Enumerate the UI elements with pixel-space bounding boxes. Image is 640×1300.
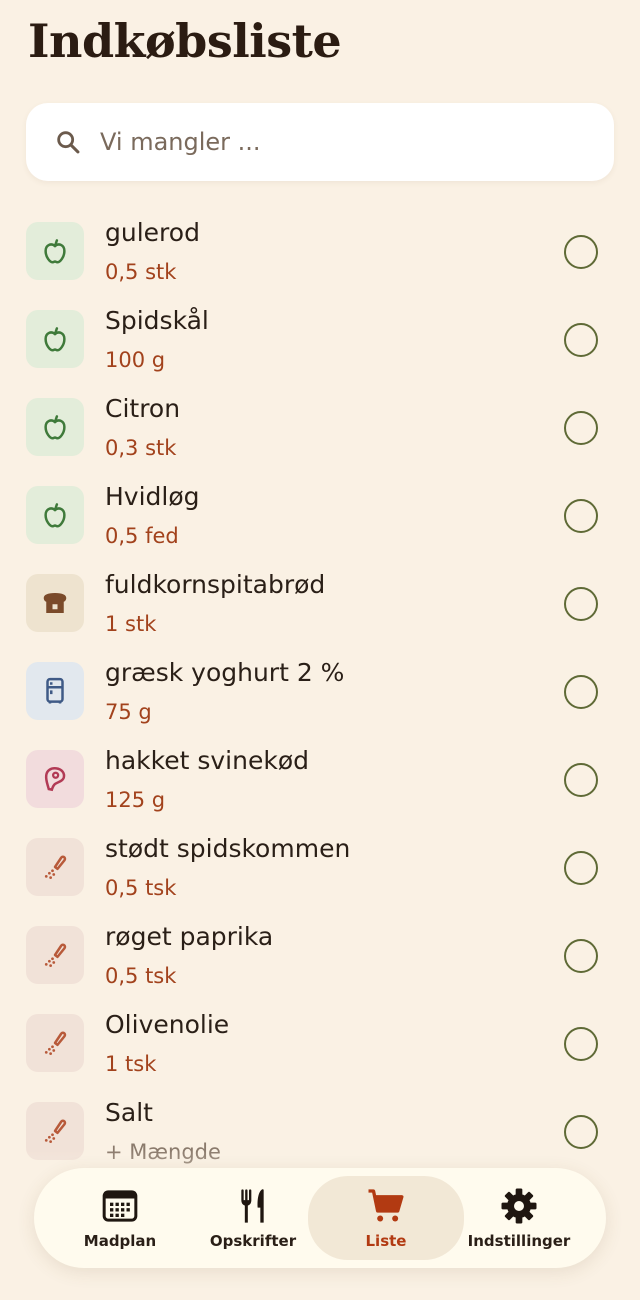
item-name: stødt spidskommen bbox=[105, 834, 351, 863]
category-badge-produce bbox=[26, 310, 84, 368]
nav-label: Opskrifter bbox=[209, 1232, 297, 1250]
item-name: Citron bbox=[105, 394, 181, 423]
category-badge-bakery bbox=[26, 574, 84, 632]
item-checkbox[interactable] bbox=[564, 939, 598, 973]
item-checkbox[interactable] bbox=[564, 587, 598, 621]
item-checkbox[interactable] bbox=[564, 763, 598, 797]
search-input[interactable] bbox=[98, 127, 542, 157]
apple-icon bbox=[44, 239, 66, 264]
list-item[interactable]: stødt spidskommen 0,5 tsk bbox=[0, 822, 640, 910]
nav-label: Liste bbox=[365, 1232, 407, 1250]
item-quantity[interactable]: 0,5 tsk bbox=[105, 964, 176, 988]
item-checkbox[interactable] bbox=[564, 1027, 598, 1061]
item-quantity[interactable]: 0,5 tsk bbox=[105, 876, 176, 900]
meat-icon bbox=[44, 767, 66, 792]
item-quantity[interactable]: 0,3 stk bbox=[105, 436, 176, 460]
search-bar[interactable] bbox=[26, 103, 614, 181]
category-badge-spice bbox=[26, 926, 84, 984]
apple-icon bbox=[44, 327, 66, 352]
item-quantity[interactable]: 1 tsk bbox=[105, 1052, 156, 1076]
category-badge-meat bbox=[26, 750, 84, 808]
list-item[interactable]: fuldkornspitabrød 1 stk bbox=[0, 558, 640, 646]
item-checkbox[interactable] bbox=[564, 499, 598, 533]
category-badge-spice bbox=[26, 838, 84, 896]
item-name: hakket svinekød bbox=[105, 746, 309, 775]
list-item[interactable]: hakket svinekød 125 g bbox=[0, 734, 640, 822]
spice-shaker-icon bbox=[44, 855, 67, 879]
item-name: Salt bbox=[105, 1098, 153, 1127]
cart-icon bbox=[368, 1189, 404, 1222]
item-checkbox[interactable] bbox=[564, 235, 598, 269]
item-checkbox[interactable] bbox=[564, 323, 598, 357]
list-item[interactable]: græsk yoghurt 2 % 75 g bbox=[0, 646, 640, 734]
category-badge-produce bbox=[26, 486, 84, 544]
list-item[interactable]: Olivenolie 1 tsk bbox=[0, 998, 640, 1086]
item-quantity[interactable]: 0,5 fed bbox=[105, 524, 179, 548]
category-badge-produce bbox=[26, 222, 84, 280]
calendar-icon bbox=[102, 1190, 138, 1222]
nav-label: Indstillinger bbox=[467, 1232, 571, 1250]
fridge-icon bbox=[46, 677, 64, 704]
bottom-nav: Madplan Opskrifter Liste Indstillinger bbox=[34, 1168, 606, 1268]
list-item[interactable]: Citron 0,3 stk bbox=[0, 382, 640, 470]
shopping-list: gulerod 0,5 stk Spidskål 100 g Citron 0,… bbox=[0, 206, 640, 1174]
nav-indstillinger[interactable]: Indstillinger bbox=[441, 1176, 597, 1260]
bread-icon bbox=[43, 593, 67, 613]
apple-icon bbox=[44, 503, 66, 528]
item-checkbox[interactable] bbox=[564, 675, 598, 709]
category-badge-produce bbox=[26, 398, 84, 456]
item-quantity[interactable]: 125 g bbox=[105, 788, 165, 812]
page-title: Indkøbsliste bbox=[28, 14, 342, 68]
item-name: Spidskål bbox=[105, 306, 209, 335]
list-item[interactable]: røget paprika 0,5 tsk bbox=[0, 910, 640, 998]
nav-label: Madplan bbox=[83, 1232, 157, 1250]
item-name: gulerod bbox=[105, 218, 200, 247]
list-item[interactable]: gulerod 0,5 stk bbox=[0, 206, 640, 294]
item-quantity[interactable]: 75 g bbox=[105, 700, 152, 724]
item-name: fuldkornspitabrød bbox=[105, 570, 326, 599]
apple-icon bbox=[44, 415, 66, 440]
category-badge-dairy bbox=[26, 662, 84, 720]
gear-icon bbox=[501, 1188, 537, 1224]
spice-shaker-icon bbox=[44, 1119, 67, 1143]
spice-shaker-icon bbox=[44, 943, 67, 967]
item-name: Olivenolie bbox=[105, 1010, 230, 1039]
item-quantity[interactable]: 100 g bbox=[105, 348, 165, 372]
item-quantity[interactable]: 1 stk bbox=[105, 612, 156, 636]
item-quantity[interactable]: 0,5 stk bbox=[105, 260, 176, 284]
spice-shaker-icon bbox=[44, 1031, 67, 1055]
item-checkbox[interactable] bbox=[564, 1115, 598, 1149]
list-item[interactable]: Spidskål 100 g bbox=[0, 294, 640, 382]
item-name: Hvidløg bbox=[105, 482, 200, 511]
search-icon bbox=[57, 131, 80, 154]
item-name: røget paprika bbox=[105, 922, 274, 951]
fork-knife-icon bbox=[241, 1189, 264, 1223]
list-item[interactable]: Hvidløg 0,5 fed bbox=[0, 470, 640, 558]
item-checkbox[interactable] bbox=[564, 411, 598, 445]
item-name: græsk yoghurt 2 % bbox=[105, 658, 345, 687]
category-badge-spice bbox=[26, 1014, 84, 1072]
item-checkbox[interactable] bbox=[564, 851, 598, 885]
